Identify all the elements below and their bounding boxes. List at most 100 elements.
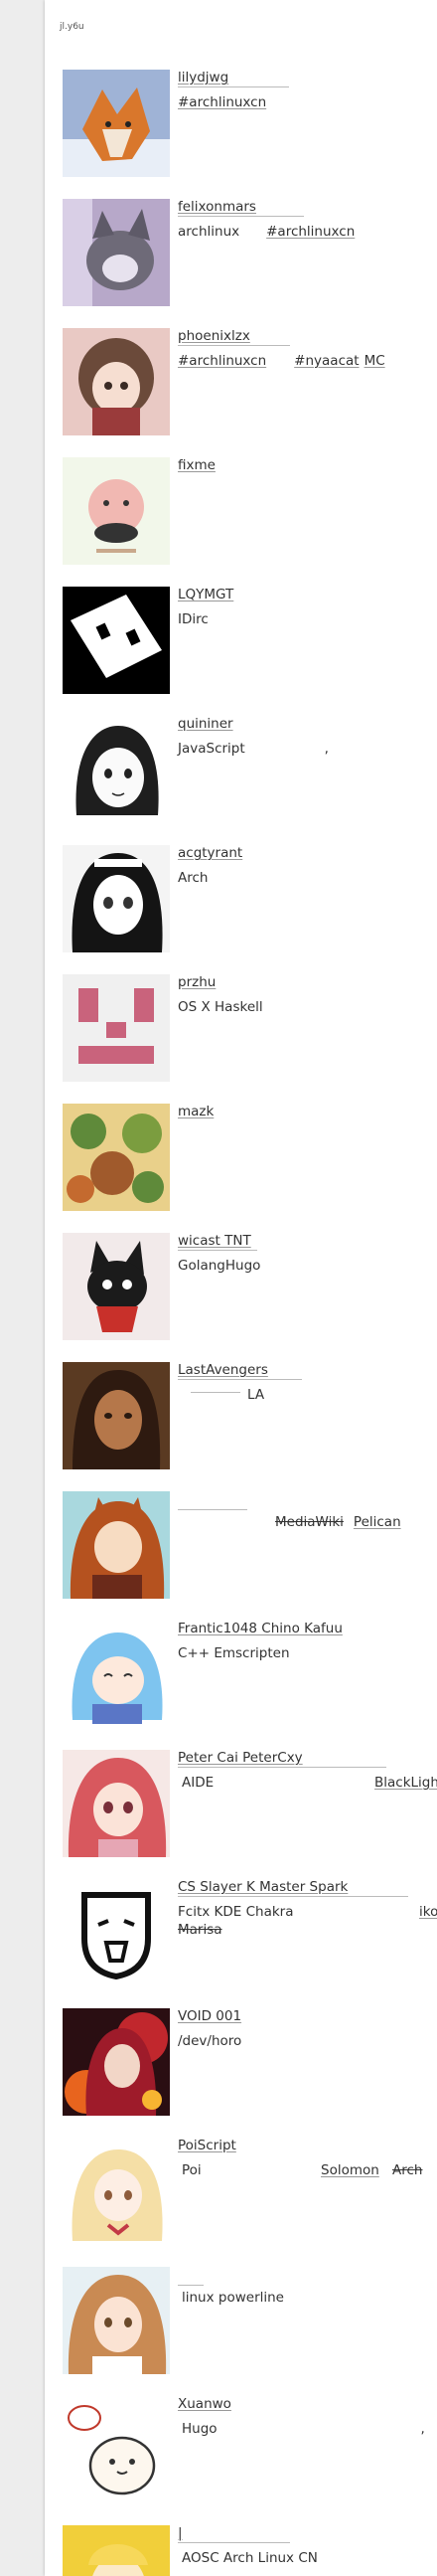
description-text: Poi <box>182 2162 202 2178</box>
friend-description: archlinux #archlinuxcn <box>178 223 437 241</box>
friend-name-link[interactable]: VOID 001 <box>178 2008 241 2025</box>
friend-description: MediaWiki Pelican <box>178 1513 437 1531</box>
name-underline <box>178 345 290 346</box>
description-mark: , <box>324 741 329 757</box>
avatar-pixel-face[interactable] <box>63 974 170 1082</box>
friend-name-link[interactable]: LastAvengers <box>178 1362 268 1379</box>
avatar-anime-girl[interactable] <box>63 328 170 435</box>
avatar-fire-girl[interactable] <box>63 2008 170 2116</box>
friend-description: AIDE BlackLigh <box>178 1774 437 1792</box>
friend-name-link[interactable]: felixonmars <box>178 199 256 216</box>
friend-card: LastAvengers LA <box>63 1362 437 1471</box>
friend-name-link[interactable]: wicast TNT <box>178 1233 251 1250</box>
tag-link[interactable]: BlackLigh <box>374 1774 437 1792</box>
tag-link[interactable]: #nyaacat <box>294 353 359 369</box>
friend-card: phoenixlzx #archlinuxcn #nyaacat MC <box>63 328 437 437</box>
avatar-warrior[interactable] <box>63 1362 170 1469</box>
friend-name-link[interactable]: Peter Cai PeterCxy <box>178 1750 303 1767</box>
friend-name-link[interactable]: przhu <box>178 974 216 991</box>
friend-card: Peter Cai PeterCxy AIDE BlackLigh <box>63 1750 437 1859</box>
description-mark: , <box>420 2421 425 2437</box>
friend-description: #archlinuxcn <box>178 93 437 111</box>
friend-name-link[interactable]: quininer <box>178 716 233 733</box>
description-text: AIDE <box>182 1775 215 1791</box>
avatar-sticker[interactable] <box>63 457 170 565</box>
avatar-bun-mascot[interactable] <box>63 2396 170 2503</box>
friend-name-link[interactable]: PoiScript <box>178 2138 236 2154</box>
friend-card: lilydjwg #archlinuxcn <box>63 70 437 179</box>
friend-card: Xuanwo Hugo, <box>63 2396 437 2505</box>
avatar-wolf-girl[interactable] <box>63 1491 170 1599</box>
avatar-pink-hair-girl[interactable] <box>63 1750 170 1857</box>
friend-card: acgtyrant Arch <box>63 845 437 954</box>
name-underline <box>178 216 304 217</box>
tag-link[interactable]: #archlinuxcn <box>266 224 355 240</box>
friend-name-link[interactable]: | <box>178 2525 183 2542</box>
description-text: Hugo <box>182 2421 218 2437</box>
friend-description: linux powerline <box>178 2289 437 2307</box>
name-underline <box>178 86 289 87</box>
tag-link[interactable]: #archlinuxcn <box>178 353 266 369</box>
avatar-maid-girl[interactable] <box>63 845 170 952</box>
friend-description: #archlinuxcn #nyaacat MC <box>178 352 437 370</box>
friend-card: LQYMGT IDirc <box>63 587 437 696</box>
avatar-asuna[interactable] <box>63 2267 170 2374</box>
friend-description: /dev/horo <box>178 2033 242 2049</box>
avatar-black-cat[interactable] <box>63 1233 170 1340</box>
friend-card: quininer JavaScript, <box>63 716 437 825</box>
friend-name-link[interactable]: CS Slayer K Master Spark <box>178 1879 348 1896</box>
tag-link[interactable]: Marisa <box>178 1922 222 1938</box>
name-underline <box>178 2285 204 2286</box>
avatar-manga-girl[interactable] <box>63 716 170 823</box>
friend-description: Arch <box>178 870 209 886</box>
description-text: archlinux <box>178 224 240 240</box>
tag-link[interactable]: Pelican <box>354 1514 401 1530</box>
friend-description: OS X Haskell <box>178 999 263 1015</box>
friend-name-link[interactable]: acgtyrant <box>178 845 242 862</box>
friend-name-link[interactable]: mazk <box>178 1104 214 1120</box>
name-underline <box>178 1250 257 1251</box>
name-underline <box>178 1896 408 1897</box>
tag-link[interactable]: Solomon <box>321 2161 379 2179</box>
avatar-mask[interactable] <box>63 1879 170 1986</box>
friend-card: wicast TNT GolangHugo <box>63 1233 437 1342</box>
friend-description: Fcitx KDE Chakra iko Marisa <box>178 1903 437 1939</box>
friend-card: VOID 001 /dev/horo <box>63 2008 437 2118</box>
friend-description: LA <box>178 1386 437 1404</box>
name-underline <box>178 1509 247 1510</box>
friend-description: GolangHugo <box>178 1258 261 1274</box>
friend-card: przhu OS X Haskell <box>63 974 437 1084</box>
description-text: Fcitx KDE Chakra <box>178 1904 294 1920</box>
friend-description: Hugo, <box>178 2420 437 2438</box>
friend-name-link[interactable]: lilydjwg <box>178 70 228 86</box>
avatar-cat[interactable] <box>63 199 170 306</box>
description-text: LA <box>247 1387 265 1403</box>
avatar-yellow-character[interactable] <box>63 2525 170 2576</box>
avatar-block-face[interactable] <box>63 587 170 694</box>
friend-description: IDirc <box>178 611 209 627</box>
friend-card: Frantic1048 Chino Kafuu C++ Emscripten <box>63 1621 437 1730</box>
tag-link[interactable]: iko <box>419 1903 437 1921</box>
friend-name-link[interactable]: Xuanwo <box>178 2396 231 2413</box>
description-text: linux powerline <box>182 2290 284 2306</box>
tag-link[interactable]: MC <box>364 353 385 369</box>
site-title[interactable]: jl.y6u <box>60 22 84 32</box>
description-text: JavaScript <box>178 741 245 757</box>
friend-name-link[interactable]: LQYMGT <box>178 587 233 603</box>
avatar-chino[interactable] <box>63 1621 170 1728</box>
friend-card: linux powerline <box>63 2267 437 2376</box>
friend-description: C++ Emscripten <box>178 1645 290 1661</box>
friend-card: PoiScript Poi Solomon Arch <box>63 2138 437 2247</box>
tag-link[interactable]: Arch <box>392 2161 422 2179</box>
avatar-blonde-girl[interactable] <box>63 2138 170 2245</box>
tag-link[interactable]: MediaWiki <box>275 1514 344 1530</box>
tag-link[interactable]: #archlinuxcn <box>178 94 266 110</box>
friend-description: Poi Solomon Arch <box>178 2161 437 2179</box>
friend-name-link[interactable]: Frantic1048 Chino Kafuu <box>178 1621 343 1637</box>
friend-name-link[interactable]: fixme <box>178 457 216 474</box>
friend-name-link[interactable]: phoenixlzx <box>178 328 250 345</box>
friend-card: CS Slayer K Master Spark Fcitx KDE Chakr… <box>63 1879 437 1988</box>
name-underline <box>178 1767 386 1768</box>
avatar-illustration[interactable] <box>63 1104 170 1211</box>
avatar-fox[interactable] <box>63 70 170 177</box>
